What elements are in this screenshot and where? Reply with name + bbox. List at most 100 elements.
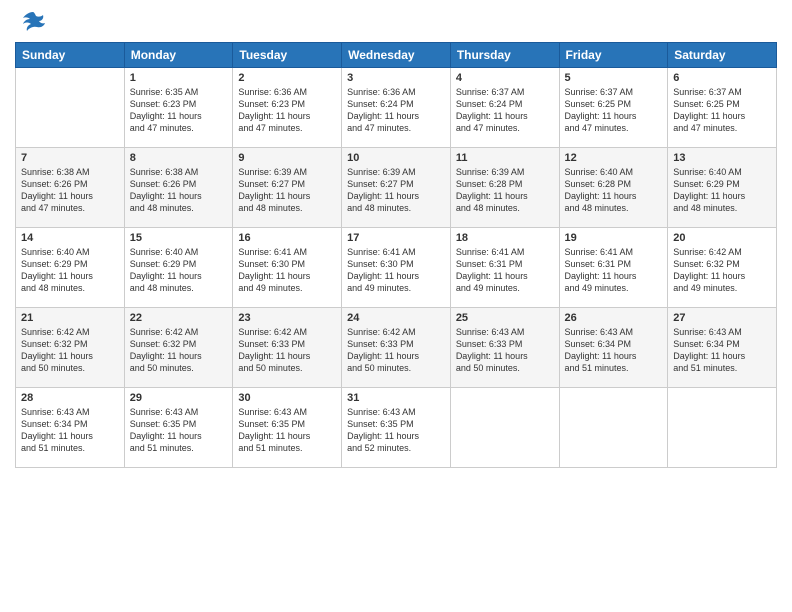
day-info: Sunrise: 6:40 AM Sunset: 6:29 PM Dayligh… [130, 246, 228, 295]
calendar-cell: 19Sunrise: 6:41 AM Sunset: 6:31 PM Dayli… [559, 228, 668, 308]
day-number: 3 [347, 72, 445, 84]
day-number: 11 [456, 152, 554, 164]
calendar-cell: 26 Sunrise: 6:43 AM Sunset: 6:34 PM Dayli… [559, 308, 668, 388]
day-number: 22 [130, 312, 228, 324]
day-info: Sunrise: 6:37 AM Sunset: 6:24 PM Dayligh… [456, 86, 554, 135]
page: SundayMondayTuesdayWednesdayThursdayFrid… [0, 0, 792, 612]
calendar-cell: 28 Sunrise: 6:43 AM Sunset: 6:34 PM Dayli… [16, 388, 125, 468]
calendar-day-header: Thursday [450, 43, 559, 68]
calendar-cell: 12 Sunrise: 6:40 AM Sunset: 6:28 PM Dayli… [559, 148, 668, 228]
calendar-week-row: 1 Sunrise: 6:35 AM Sunset: 6:23 PM Daylig… [16, 68, 777, 148]
calendar-cell: 2 Sunrise: 6:36 AM Sunset: 6:23 PM Daylig… [233, 68, 342, 148]
day-info: Sunrise: 6:37 AM Sunset: 6:25 PM Dayligh… [565, 86, 663, 135]
day-info: Sunrise: 6:42 AM Sunset: 6:32 PM Dayligh… [21, 326, 119, 375]
calendar-cell: 14 Sunrise: 6:40 AM Sunset: 6:29 PM Dayli… [16, 228, 125, 308]
day-info: Sunrise: 6:42 AM Sunset: 6:32 PM Dayligh… [673, 246, 771, 295]
day-number: 30 [238, 392, 336, 404]
day-info: Sunrise: 6:39 AM Sunset: 6:28 PM Dayligh… [456, 166, 554, 215]
day-info: Sunrise: 6:38 AM Sunset: 6:26 PM Dayligh… [130, 166, 228, 215]
calendar-cell [16, 68, 125, 148]
calendar-day-header: Sunday [16, 43, 125, 68]
calendar-cell: 13 Sunrise: 6:40 AM Sunset: 6:29 PM Dayli… [668, 148, 777, 228]
calendar-week-row: 28 Sunrise: 6:43 AM Sunset: 6:34 PM Dayli… [16, 388, 777, 468]
day-info: Sunrise: 6:36 AM Sunset: 6:23 PM Dayligh… [238, 86, 336, 135]
day-info: Sunrise: 6:40 AM Sunset: 6:28 PM Dayligh… [565, 166, 663, 215]
day-info: Sunrise: 6:42 AM Sunset: 6:32 PM Dayligh… [130, 326, 228, 375]
day-number: 27 [673, 312, 771, 324]
calendar-cell: 22 Sunrise: 6:42 AM Sunset: 6:32 PM Dayli… [124, 308, 233, 388]
day-number: 16 [238, 232, 336, 244]
calendar-cell: 6Sunrise: 6:37 AM Sunset: 6:25 PM Daylig… [668, 68, 777, 148]
calendar-day-header: Monday [124, 43, 233, 68]
day-info: Sunrise: 6:40 AM Sunset: 6:29 PM Dayligh… [673, 166, 771, 215]
calendar-cell: 30 Sunrise: 6:43 AM Sunset: 6:35 PM Dayli… [233, 388, 342, 468]
day-info: Sunrise: 6:43 AM Sunset: 6:34 PM Dayligh… [565, 326, 663, 375]
calendar-cell: 15Sunrise: 6:40 AM Sunset: 6:29 PM Dayli… [124, 228, 233, 308]
day-number: 10 [347, 152, 445, 164]
day-number: 21 [21, 312, 119, 324]
day-info: Sunrise: 6:43 AM Sunset: 6:35 PM Dayligh… [347, 406, 445, 455]
day-info: Sunrise: 6:42 AM Sunset: 6:33 PM Dayligh… [238, 326, 336, 375]
day-number: 31 [347, 392, 445, 404]
calendar-cell: 29 Sunrise: 6:43 AM Sunset: 6:35 PM Dayli… [124, 388, 233, 468]
calendar-day-header: Tuesday [233, 43, 342, 68]
day-number: 29 [130, 392, 228, 404]
day-info: Sunrise: 6:40 AM Sunset: 6:29 PM Dayligh… [21, 246, 119, 295]
calendar-cell: 31 Sunrise: 6:43 AM Sunset: 6:35 PM Dayli… [342, 388, 451, 468]
calendar-cell [450, 388, 559, 468]
calendar-cell: 8Sunrise: 6:38 AM Sunset: 6:26 PM Daylig… [124, 148, 233, 228]
day-info: Sunrise: 6:42 AM Sunset: 6:33 PM Dayligh… [347, 326, 445, 375]
day-info: Sunrise: 6:41 AM Sunset: 6:30 PM Dayligh… [347, 246, 445, 295]
day-number: 12 [565, 152, 663, 164]
day-info: Sunrise: 6:39 AM Sunset: 6:27 PM Dayligh… [347, 166, 445, 215]
day-number: 2 [238, 72, 336, 84]
calendar-cell: 23 Sunrise: 6:42 AM Sunset: 6:33 PM Dayli… [233, 308, 342, 388]
calendar-cell: 3 Sunrise: 6:36 AM Sunset: 6:24 PM Daylig… [342, 68, 451, 148]
day-number: 26 [565, 312, 663, 324]
day-number: 23 [238, 312, 336, 324]
calendar-cell: 16 Sunrise: 6:41 AM Sunset: 6:30 PM Dayli… [233, 228, 342, 308]
day-number: 18 [456, 232, 554, 244]
day-number: 17 [347, 232, 445, 244]
logo-bird-icon [19, 10, 47, 34]
calendar-table: SundayMondayTuesdayWednesdayThursdayFrid… [15, 42, 777, 468]
day-info: Sunrise: 6:41 AM Sunset: 6:30 PM Dayligh… [238, 246, 336, 295]
day-info: Sunrise: 6:43 AM Sunset: 6:33 PM Dayligh… [456, 326, 554, 375]
calendar-header-row: SundayMondayTuesdayWednesdayThursdayFrid… [16, 43, 777, 68]
calendar-cell: 24 Sunrise: 6:42 AM Sunset: 6:33 PM Dayli… [342, 308, 451, 388]
day-number: 7 [21, 152, 119, 164]
calendar-week-row: 14 Sunrise: 6:40 AM Sunset: 6:29 PM Dayli… [16, 228, 777, 308]
day-info: Sunrise: 6:36 AM Sunset: 6:24 PM Dayligh… [347, 86, 445, 135]
day-info: Sunrise: 6:39 AM Sunset: 6:27 PM Dayligh… [238, 166, 336, 215]
day-info: Sunrise: 6:35 AM Sunset: 6:23 PM Dayligh… [130, 86, 228, 135]
calendar-cell: 27 Sunrise: 6:43 AM Sunset: 6:34 PM Dayli… [668, 308, 777, 388]
day-number: 1 [130, 72, 228, 84]
day-number: 28 [21, 392, 119, 404]
calendar-day-header: Friday [559, 43, 668, 68]
day-number: 13 [673, 152, 771, 164]
day-number: 24 [347, 312, 445, 324]
calendar-cell: 10 Sunrise: 6:39 AM Sunset: 6:27 PM Dayli… [342, 148, 451, 228]
day-number: 20 [673, 232, 771, 244]
calendar-day-header: Wednesday [342, 43, 451, 68]
calendar-cell: 9 Sunrise: 6:39 AM Sunset: 6:27 PM Daylig… [233, 148, 342, 228]
calendar-cell [668, 388, 777, 468]
day-number: 5 [565, 72, 663, 84]
calendar-cell: 17 Sunrise: 6:41 AM Sunset: 6:30 PM Dayli… [342, 228, 451, 308]
calendar-cell: 20 Sunrise: 6:42 AM Sunset: 6:32 PM Dayli… [668, 228, 777, 308]
day-number: 19 [565, 232, 663, 244]
day-info: Sunrise: 6:43 AM Sunset: 6:35 PM Dayligh… [238, 406, 336, 455]
day-number: 14 [21, 232, 119, 244]
calendar-cell: 5 Sunrise: 6:37 AM Sunset: 6:25 PM Daylig… [559, 68, 668, 148]
calendar-cell [559, 388, 668, 468]
day-info: Sunrise: 6:41 AM Sunset: 6:31 PM Dayligh… [456, 246, 554, 295]
header [15, 10, 777, 34]
day-info: Sunrise: 6:43 AM Sunset: 6:34 PM Dayligh… [21, 406, 119, 455]
calendar-cell: 25 Sunrise: 6:43 AM Sunset: 6:33 PM Dayli… [450, 308, 559, 388]
day-number: 9 [238, 152, 336, 164]
day-info: Sunrise: 6:43 AM Sunset: 6:35 PM Dayligh… [130, 406, 228, 455]
day-info: Sunrise: 6:43 AM Sunset: 6:34 PM Dayligh… [673, 326, 771, 375]
calendar-cell: 1 Sunrise: 6:35 AM Sunset: 6:23 PM Daylig… [124, 68, 233, 148]
day-number: 25 [456, 312, 554, 324]
day-info: Sunrise: 6:38 AM Sunset: 6:26 PM Dayligh… [21, 166, 119, 215]
